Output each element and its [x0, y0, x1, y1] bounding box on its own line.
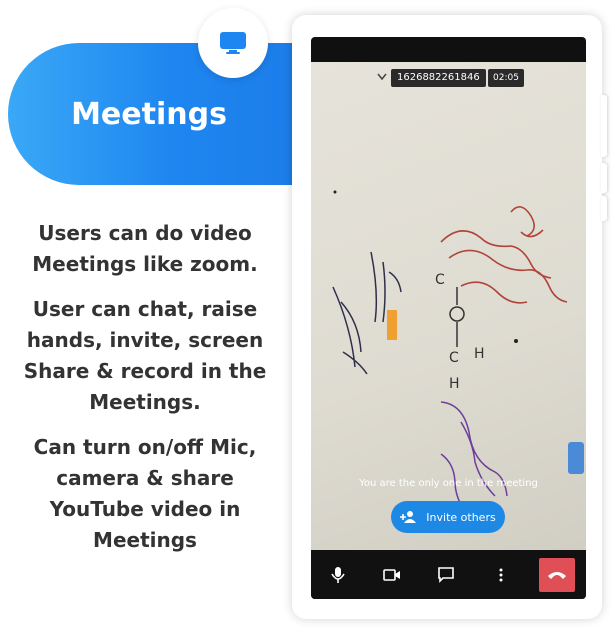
svg-text:C: C	[449, 350, 459, 366]
more-icon	[499, 568, 503, 581]
chat-button[interactable]	[430, 559, 462, 591]
meeting-id: 1626882261846	[391, 69, 486, 87]
chevron-down-icon[interactable]	[377, 73, 387, 81]
phone-side-button	[601, 95, 607, 157]
camera-button[interactable]	[376, 559, 408, 591]
svg-text:H: H	[449, 376, 460, 392]
invite-others-button[interactable]: Invite others	[391, 501, 505, 533]
more-button[interactable]	[485, 559, 517, 591]
phone-side-button	[601, 163, 607, 193]
monitor-icon	[220, 32, 246, 54]
phone-screen: C C H H 1626882261846 02:05 You are the …	[311, 37, 586, 599]
monitor-badge	[198, 8, 268, 78]
camera-icon	[383, 568, 401, 581]
svg-text:C: C	[435, 272, 445, 288]
feature-text: Users can do video Meetings like zoom.	[32, 221, 258, 276]
end-call-button[interactable]	[538, 557, 575, 592]
side-tab[interactable]	[568, 442, 584, 474]
feature-text: User can chat, raise hands, invite, scre…	[23, 297, 267, 414]
phone-side-button	[601, 196, 607, 221]
call-controls	[311, 550, 586, 599]
mic-button[interactable]	[322, 559, 354, 591]
feature-list: Users can do video Meetings like zoom. U…	[10, 218, 280, 570]
mic-icon	[331, 566, 345, 583]
chat-icon	[438, 566, 455, 583]
svg-text:H: H	[474, 346, 485, 362]
meetings-banner: Meetings	[8, 43, 308, 185]
end-call-icon	[547, 571, 566, 579]
meeting-timer: 02:05	[488, 69, 524, 87]
status-message: You are the only one in the meeting	[359, 478, 538, 489]
add-person-icon	[400, 511, 417, 523]
banner-title: Meetings	[71, 97, 227, 132]
invite-label: Invite others	[426, 510, 496, 524]
feature-text: Can turn on/off Mic, camera & share YouT…	[33, 435, 257, 552]
